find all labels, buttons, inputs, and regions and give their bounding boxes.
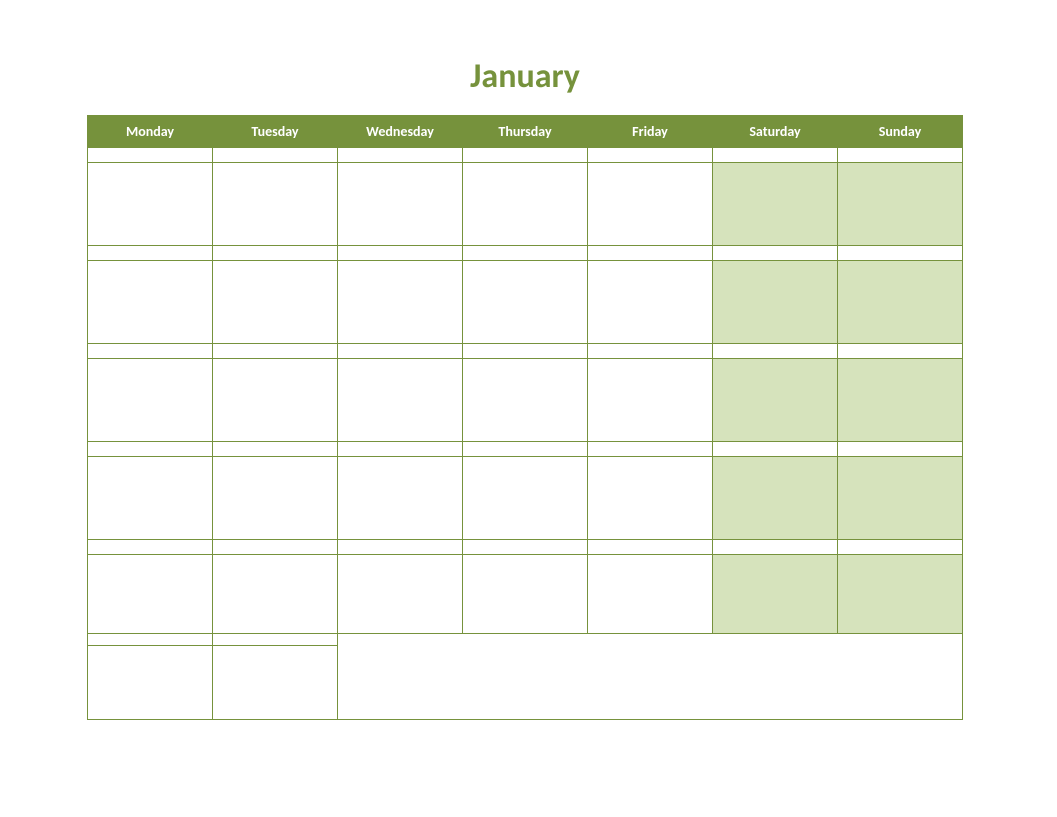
w4-sun-date[interactable] <box>838 442 963 457</box>
week3-date-row <box>88 344 963 359</box>
day-header-mon: Monday <box>88 116 213 148</box>
w4-tue-date[interactable] <box>213 442 338 457</box>
day-header-tue: Tuesday <box>213 116 338 148</box>
w1-tue-date[interactable] <box>213 148 338 163</box>
week1-body-row <box>88 163 963 246</box>
w5-thu-cell[interactable] <box>463 555 588 634</box>
w1-wed-date[interactable] <box>338 148 463 163</box>
w5-wed-cell[interactable] <box>338 555 463 634</box>
w5-wed-date[interactable] <box>338 540 463 555</box>
day-header-fri: Friday <box>588 116 713 148</box>
w4-thu-cell[interactable] <box>463 457 588 540</box>
w2-wed-cell[interactable] <box>338 261 463 344</box>
w3-fri-date[interactable] <box>588 344 713 359</box>
w5-sun-cell[interactable] <box>838 555 963 634</box>
w5-tue-cell[interactable] <box>213 555 338 634</box>
w5-fri-date[interactable] <box>588 540 713 555</box>
w2-thu-cell[interactable] <box>463 261 588 344</box>
w2-mon-cell[interactable] <box>88 261 213 344</box>
w3-mon-cell[interactable] <box>88 359 213 442</box>
w4-sat-date[interactable] <box>713 442 838 457</box>
w4-wed-cell[interactable] <box>338 457 463 540</box>
w3-sat-cell[interactable] <box>713 359 838 442</box>
w3-mon-date[interactable] <box>88 344 213 359</box>
w5-sat-cell[interactable] <box>713 555 838 634</box>
week2-date-row <box>88 246 963 261</box>
week1-date-row <box>88 148 963 163</box>
w2-sat-cell[interactable] <box>713 261 838 344</box>
w1-wed-cell[interactable] <box>338 163 463 246</box>
w4-fri-date[interactable] <box>588 442 713 457</box>
week3-body-row <box>88 359 963 442</box>
week4-date-row <box>88 442 963 457</box>
w3-thu-date[interactable] <box>463 344 588 359</box>
notes-area[interactable]: Notes: <box>338 634 963 720</box>
w5-tue-date[interactable] <box>213 540 338 555</box>
calendar-table: Monday Tuesday Wednesday Thursday Friday… <box>87 115 963 720</box>
w2-thu-date[interactable] <box>463 246 588 261</box>
w5-fri-cell[interactable] <box>588 555 713 634</box>
week4-body-row <box>88 457 963 540</box>
w4-wed-date[interactable] <box>338 442 463 457</box>
notes-label: Notes: <box>338 634 962 651</box>
w4-sun-cell[interactable] <box>838 457 963 540</box>
w2-sat-date[interactable] <box>713 246 838 261</box>
w2-fri-date[interactable] <box>588 246 713 261</box>
week2-body-row <box>88 261 963 344</box>
w1-mon-date[interactable] <box>88 148 213 163</box>
w3-sun-date[interactable] <box>838 344 963 359</box>
w3-fri-cell[interactable] <box>588 359 713 442</box>
day-header-sun: Sunday <box>838 116 963 148</box>
w1-sat-cell[interactable] <box>713 163 838 246</box>
w3-tue-cell[interactable] <box>213 359 338 442</box>
w5-sat-date[interactable] <box>713 540 838 555</box>
w6-tue-date[interactable] <box>213 634 338 646</box>
w2-wed-date[interactable] <box>338 246 463 261</box>
calendar-page: January Monday Tuesday Wednesday Thursda… <box>87 56 963 720</box>
w6-mon-cell[interactable] <box>88 646 213 720</box>
w1-sun-cell[interactable] <box>838 163 963 246</box>
w1-mon-cell[interactable] <box>88 163 213 246</box>
w3-sun-cell[interactable] <box>838 359 963 442</box>
w2-mon-date[interactable] <box>88 246 213 261</box>
week5-body-row <box>88 555 963 634</box>
month-title: January <box>87 56 963 97</box>
w4-thu-date[interactable] <box>463 442 588 457</box>
w1-thu-date[interactable] <box>463 148 588 163</box>
w2-tue-date[interactable] <box>213 246 338 261</box>
week6-date-row: Notes: <box>88 634 963 646</box>
w2-tue-cell[interactable] <box>213 261 338 344</box>
w4-mon-cell[interactable] <box>88 457 213 540</box>
day-header-sat: Saturday <box>713 116 838 148</box>
w1-thu-cell[interactable] <box>463 163 588 246</box>
w4-mon-date[interactable] <box>88 442 213 457</box>
w4-tue-cell[interactable] <box>213 457 338 540</box>
w4-fri-cell[interactable] <box>588 457 713 540</box>
w2-sun-date[interactable] <box>838 246 963 261</box>
w3-thu-cell[interactable] <box>463 359 588 442</box>
w1-tue-cell[interactable] <box>213 163 338 246</box>
w5-mon-date[interactable] <box>88 540 213 555</box>
w3-tue-date[interactable] <box>213 344 338 359</box>
w3-wed-date[interactable] <box>338 344 463 359</box>
w5-thu-date[interactable] <box>463 540 588 555</box>
day-header-thu: Thursday <box>463 116 588 148</box>
w3-wed-cell[interactable] <box>338 359 463 442</box>
w1-sat-date[interactable] <box>713 148 838 163</box>
day-header-row: Monday Tuesday Wednesday Thursday Friday… <box>88 116 963 148</box>
w6-mon-date[interactable] <box>88 634 213 646</box>
w6-tue-cell[interactable] <box>213 646 338 720</box>
w2-sun-cell[interactable] <box>838 261 963 344</box>
day-header-wed: Wednesday <box>338 116 463 148</box>
w4-sat-cell[interactable] <box>713 457 838 540</box>
w5-sun-date[interactable] <box>838 540 963 555</box>
week5-date-row <box>88 540 963 555</box>
w1-fri-cell[interactable] <box>588 163 713 246</box>
w3-sat-date[interactable] <box>713 344 838 359</box>
w1-sun-date[interactable] <box>838 148 963 163</box>
w1-fri-date[interactable] <box>588 148 713 163</box>
w2-fri-cell[interactable] <box>588 261 713 344</box>
w5-mon-cell[interactable] <box>88 555 213 634</box>
